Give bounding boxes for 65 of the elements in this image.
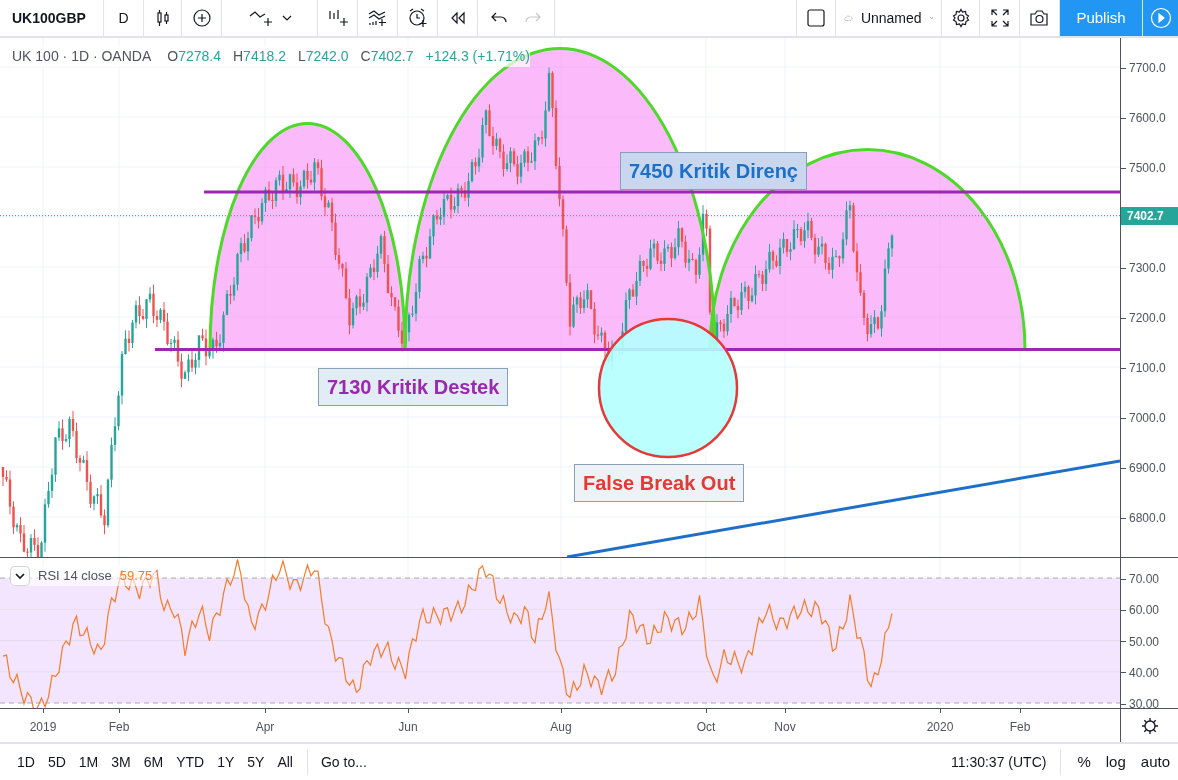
annotation-label: 7450 Kritik Direnç <box>620 152 807 190</box>
rsi-tick: 70.00 <box>1129 571 1160 588</box>
range-button[interactable]: 3M <box>108 751 134 773</box>
ohlc-value: C7402.7 <box>360 47 414 66</box>
annotation-label: False Break Out <box>574 464 745 502</box>
time-tick: Apr <box>255 719 275 736</box>
range-button[interactable]: 1M <box>75 751 102 773</box>
rsi-label: RSI 14 close <box>38 567 112 586</box>
time-tick: Feb <box>1009 719 1031 736</box>
symbol-button[interactable]: UK100GBP <box>0 0 104 36</box>
scale-option[interactable]: auto <box>1140 750 1170 774</box>
price-tick: 7600.0 <box>1129 110 1166 127</box>
settings-icon[interactable] <box>1140 716 1159 735</box>
time-tick: Jun <box>398 719 418 736</box>
range-button[interactable]: 1D <box>14 751 38 773</box>
price-tick: 7200.0 <box>1129 310 1166 327</box>
range-button[interactable]: 1Y <box>214 751 238 773</box>
price-tick: 7300.0 <box>1129 260 1166 277</box>
time-tick: 2019 <box>29 719 57 736</box>
annotation-label: 7130 Kritik Destek <box>318 368 509 406</box>
time-tick: Nov <box>774 719 796 736</box>
ohlc-value: H7418.2 <box>233 47 286 66</box>
goto-button[interactable]: Go to... <box>321 751 367 773</box>
price-tick: 7500.0 <box>1129 160 1166 177</box>
time-tick: Oct <box>696 719 716 736</box>
bars-add-icon[interactable] <box>326 8 349 28</box>
range-button[interactable]: All <box>274 751 296 773</box>
range-button[interactable]: 5Y <box>244 751 268 773</box>
collapse-button[interactable] <box>10 566 30 586</box>
scale-option[interactable]: % <box>1077 750 1091 774</box>
rsi-tick: 30.00 <box>1129 696 1160 713</box>
rsi-tick: 60.00 <box>1129 602 1160 620</box>
range-button[interactable]: 6M <box>140 751 167 773</box>
price-tick: 7000.0 <box>1129 410 1166 427</box>
time-tick: Aug <box>550 719 572 736</box>
range-button[interactable]: 5D <box>44 751 69 773</box>
compare-icon[interactable] <box>366 8 389 28</box>
last-price-label: 7402.7 <box>1121 206 1178 225</box>
caret-icon <box>15 572 25 580</box>
play-icon[interactable] <box>1149 7 1172 29</box>
scale-option[interactable]: log <box>1105 750 1126 774</box>
ohlc-value: O7278.4 <box>167 47 221 66</box>
price-tick: 7700.0 <box>1129 60 1166 77</box>
rsi-tick: 40.00 <box>1129 664 1160 682</box>
time-tick: 2020 <box>926 719 954 736</box>
layout-button[interactable]: Unnamed <box>836 0 942 36</box>
rsi-value: 59.75 <box>119 567 153 586</box>
add-icon[interactable] <box>191 8 212 28</box>
symbol-title: UK 100 · 1D · OANDA <box>12 47 152 66</box>
range-button[interactable]: YTD <box>173 751 208 773</box>
price-tick: 7100.0 <box>1129 360 1166 377</box>
rsi-tick: 50.00 <box>1129 633 1160 651</box>
price-tick: 6900.0 <box>1129 460 1166 477</box>
camera-icon[interactable] <box>1028 8 1051 28</box>
interval-button[interactable]: D <box>104 0 144 36</box>
price-tick: 6800.0 <box>1129 510 1166 527</box>
square-icon[interactable] <box>806 8 826 28</box>
ohlc-value: L7242.0 <box>297 47 349 66</box>
caret-icon[interactable] <box>281 14 292 22</box>
time-tick: Feb <box>108 719 130 736</box>
alarm-add-icon[interactable] <box>406 7 429 29</box>
settings-icon[interactable] <box>950 8 971 28</box>
price-change: +124.3 (+1.71%) <box>425 47 530 66</box>
fullscreen-icon[interactable] <box>989 8 1010 28</box>
clock-text: 11:30:37 (UTC) <box>950 749 1062 775</box>
